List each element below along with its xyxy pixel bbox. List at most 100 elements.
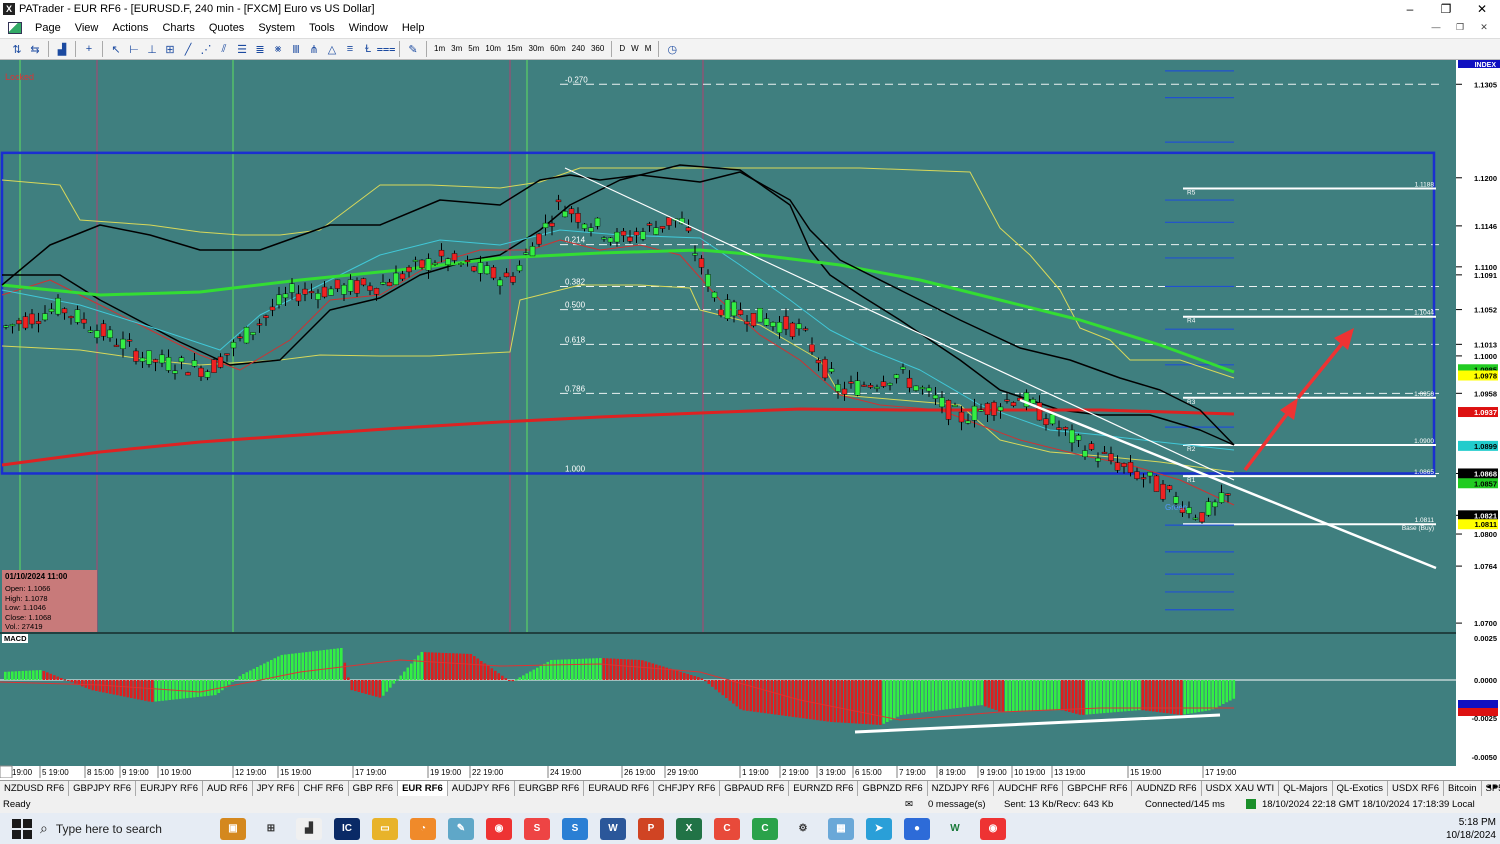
macd-bar[interactable]: [434, 652, 438, 680]
candle-body[interactable]: [451, 253, 458, 261]
macd-bar[interactable]: [1124, 680, 1127, 712]
macd-bar[interactable]: [980, 680, 984, 706]
candle-body[interactable]: [848, 381, 854, 384]
macd-bar[interactable]: [914, 680, 917, 714]
macd-bar[interactable]: [1008, 680, 1012, 712]
candle-body[interactable]: [757, 308, 763, 323]
candle-body[interactable]: [1134, 471, 1140, 479]
candle-body[interactable]: [269, 306, 276, 311]
candle-body[interactable]: [542, 222, 549, 228]
macd-bar[interactable]: [14, 671, 18, 680]
candle-body[interactable]: [828, 368, 835, 373]
macd-bar[interactable]: [571, 659, 574, 680]
candle-body[interactable]: [744, 321, 750, 325]
chrome-2-icon[interactable]: ◉: [980, 817, 1006, 840]
macd-bar[interactable]: [627, 659, 630, 680]
macd-bar[interactable]: [340, 648, 343, 680]
macd-bar[interactable]: [490, 668, 494, 680]
macd-bar[interactable]: [228, 680, 231, 685]
candle-body[interactable]: [516, 265, 523, 272]
triangle-icon[interactable]: △: [323, 41, 341, 57]
candle-body[interactable]: [562, 210, 568, 218]
macd-bar[interactable]: [753, 680, 756, 712]
hline-icon[interactable]: ⊢: [125, 41, 143, 57]
candle-body[interactable]: [139, 357, 146, 362]
macd-bar[interactable]: [536, 667, 539, 680]
candle-body[interactable]: [250, 332, 256, 335]
macd-bar[interactable]: [606, 658, 609, 680]
macd-bar[interactable]: [735, 680, 739, 707]
candle-body[interactable]: [204, 371, 211, 378]
macd-bar[interactable]: [105, 680, 109, 694]
candle-body[interactable]: [113, 344, 120, 347]
macd-bar[interactable]: [805, 680, 809, 719]
macd-bar[interactable]: [774, 680, 777, 715]
macd-bar[interactable]: [1071, 680, 1075, 713]
candle-body[interactable]: [29, 313, 35, 325]
macd-bar[interactable]: [445, 653, 448, 680]
macd-bar[interactable]: [984, 680, 987, 707]
macd-bar[interactable]: [308, 651, 312, 680]
macd-bar[interactable]: [819, 680, 823, 721]
candle-body[interactable]: [412, 259, 419, 262]
macd-bar[interactable]: [655, 664, 658, 681]
symbol-tab[interactable]: AUDNZD RF6: [1132, 781, 1202, 796]
macd-bar[interactable]: [1012, 680, 1015, 712]
macd-bar[interactable]: [95, 680, 98, 691]
candle-body[interactable]: [42, 313, 48, 321]
candle-body[interactable]: [841, 388, 848, 395]
candle-body[interactable]: [399, 273, 406, 280]
macd-bar[interactable]: [263, 663, 266, 681]
macd-bar[interactable]: [133, 680, 137, 699]
macd-bar[interactable]: [683, 672, 686, 680]
channel-icon[interactable]: ⊞: [161, 41, 179, 57]
candle-body[interactable]: [1153, 475, 1160, 492]
macd-bar[interactable]: [364, 680, 368, 694]
candle-body[interactable]: [770, 321, 776, 327]
macd-bar[interactable]: [592, 658, 595, 680]
macd-bar[interactable]: [63, 679, 67, 681]
timeframe-5m[interactable]: 5m: [465, 41, 482, 57]
macd-bar[interactable]: [1061, 680, 1064, 711]
macd-bar[interactable]: [144, 680, 147, 701]
macd-bar[interactable]: [487, 665, 490, 680]
macd-bar[interactable]: [690, 675, 693, 680]
macd-bar[interactable]: [231, 680, 235, 682]
macd-bar[interactable]: [588, 658, 592, 680]
candle-body[interactable]: [796, 323, 802, 330]
candle-body[interactable]: [705, 274, 711, 287]
menu-charts[interactable]: Charts: [155, 18, 201, 38]
symbol-tab[interactable]: EURJPY RF6: [136, 781, 203, 796]
macd-bar[interactable]: [977, 680, 980, 706]
macd-bar[interactable]: [1131, 680, 1134, 711]
macd-bar[interactable]: [39, 670, 42, 680]
macd-bar[interactable]: [875, 680, 879, 725]
text-icon[interactable]: Ɫ: [359, 41, 377, 57]
mdi-restore-button[interactable]: ❐: [1448, 20, 1472, 35]
macd-bar[interactable]: [725, 680, 728, 698]
macd-bar[interactable]: [214, 680, 217, 696]
candle-body[interactable]: [133, 350, 139, 362]
candle-body[interactable]: [718, 309, 724, 316]
macd-bar[interactable]: [732, 680, 735, 704]
macd-bar[interactable]: [119, 680, 123, 696]
macd-bar[interactable]: [431, 652, 434, 680]
macd-bar[interactable]: [1155, 680, 1159, 712]
mdi-minimize-button[interactable]: —: [1424, 20, 1448, 35]
candle-body[interactable]: [945, 400, 952, 420]
candle-body[interactable]: [243, 327, 250, 344]
w-app-icon[interactable]: W: [942, 818, 968, 840]
candle-body[interactable]: [74, 309, 81, 323]
macd-bar[interactable]: [235, 679, 238, 680]
menu-system[interactable]: System: [251, 18, 302, 38]
macd-bar[interactable]: [343, 662, 347, 680]
macd-bar[interactable]: [326, 649, 329, 680]
c-red-app-icon[interactable]: C: [714, 817, 740, 840]
symbol-tab[interactable]: CHFJPY RF6: [654, 781, 721, 796]
zoom-icon[interactable]: ●: [904, 817, 930, 840]
symbol-tab[interactable]: JPY RF6: [253, 781, 300, 796]
macd-bar[interactable]: [942, 680, 945, 710]
candle-body[interactable]: [867, 385, 874, 388]
candle-body[interactable]: [783, 316, 789, 330]
macd-bar[interactable]: [116, 680, 119, 696]
